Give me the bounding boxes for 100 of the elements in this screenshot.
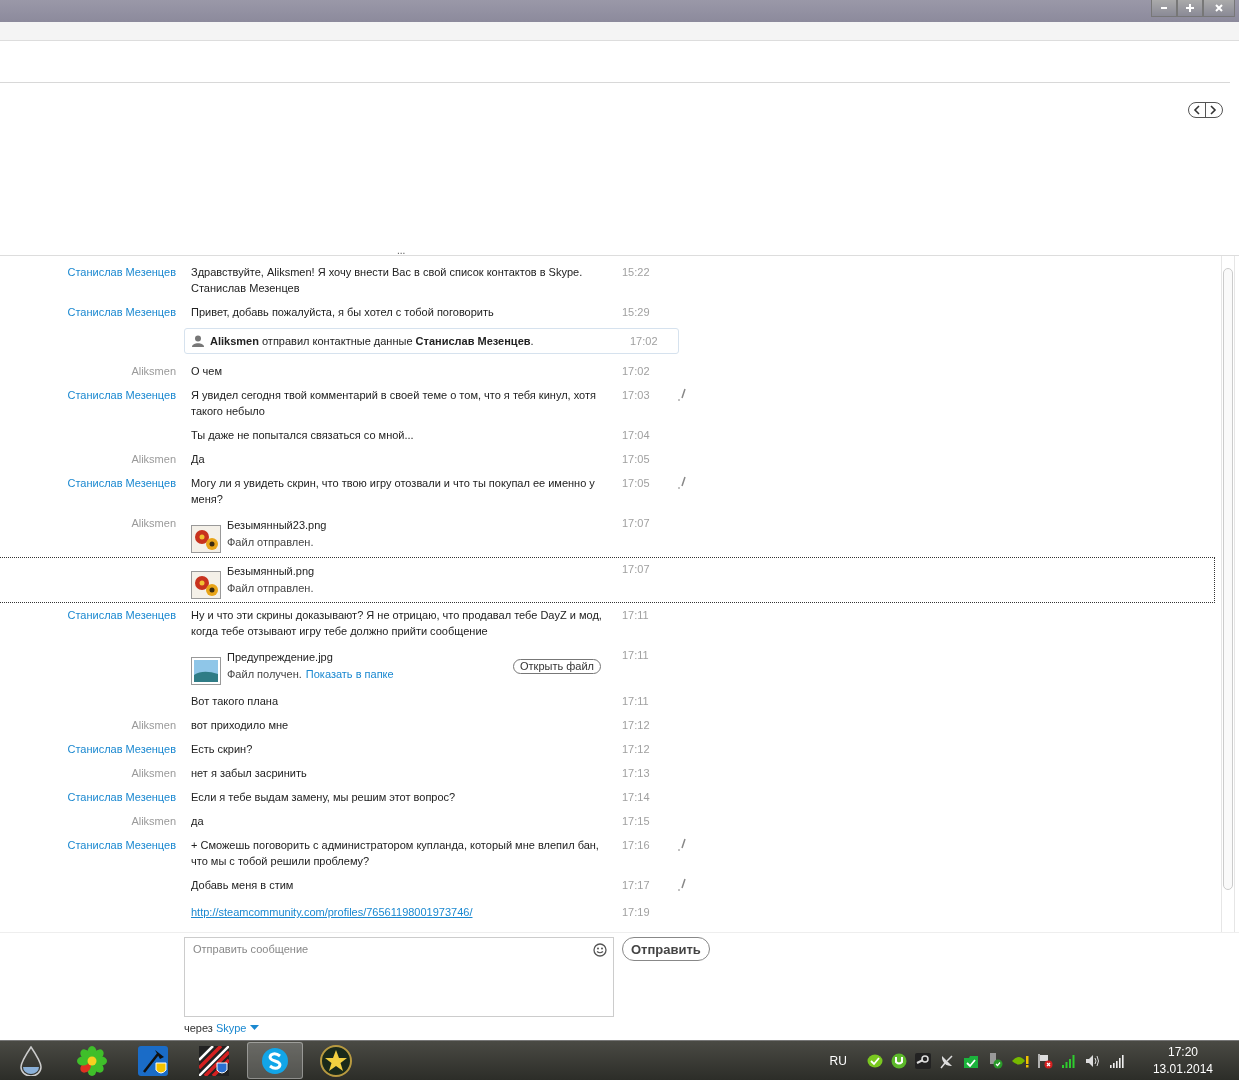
message-row[interactable]: Станислав Мезенцев Привет, добавь пожалуйста, я бы хотел с тобой поговорить 15:29 — [0, 300, 1215, 324]
file-name: Предупреждение.jpg — [227, 650, 334, 665]
sender-name: Станислав Мезенцев — [67, 266, 176, 278]
message-row[interactable]: Предупреждение.jpg Файл получен. Показать в папке Открыть файл 17:11 — [0, 643, 1215, 689]
message-time: 17:11 — [622, 694, 650, 709]
message-text: Ну и что эти скрины доказывают? Я не отрицаю, что продавал тебе DayZ и мод, когда тебе отзывают игру тебе должно прийти сообщение — [191, 609, 602, 637]
sender-name: Станислав Мезенцев — [67, 389, 176, 401]
file-status: Файл отправлен. — [227, 581, 314, 596]
message-row[interactable]: http://steamcommunity.com/profiles/76561198001973746/ 17:19 — [0, 900, 1215, 924]
message-time: 17:14 — [622, 790, 651, 805]
message-text: Ты даже не попытался связаться со мной... — [191, 429, 414, 441]
sender-name: Aliksmen — [131, 517, 176, 529]
message-row[interactable]: Станислав Мезенцев Я увидел сегодня твой комментарий в своей теме о том, что я тебя кинул, хотя такого небыло 17:03 — [0, 383, 1215, 423]
steam-icon[interactable] — [914, 1052, 931, 1069]
message-text: вот приходило мне — [191, 719, 289, 731]
file-name: Безымянный23.png — [227, 518, 328, 533]
taskbar-app-button[interactable] — [247, 1042, 303, 1079]
message-time: 17:03 — [622, 388, 651, 403]
star-badge-icon — [320, 1044, 352, 1077]
message-time: 17:16 — [622, 838, 651, 853]
flag-error-icon[interactable] — [1036, 1052, 1053, 1069]
skype-dropdown[interactable]: Skype — [215, 1022, 260, 1034]
message-row[interactable]: Aliksmen Безымянный23.png Файл отправлен. 17:07 — [0, 511, 1215, 557]
flower-icon — [77, 1045, 107, 1076]
message-time: 17:17 — [622, 878, 651, 893]
message-row[interactable]: Добавь меня в стим 17:17 — [0, 873, 1215, 900]
message-row[interactable]: Aliksmen отправил контактные данные Станислав Мезенцев. 17:02 — [0, 324, 1215, 359]
message-text: Я увидел сегодня твой комментарий в своей теме о том, что я тебя кинул, хотя такого небыло — [191, 389, 596, 417]
sender-name: Aliksmen — [131, 365, 176, 377]
sender-name: Станислав Мезенцев — [67, 477, 176, 489]
satellite-dish-icon[interactable] — [938, 1052, 955, 1069]
open-file-button[interactable]: Открыть файл — [513, 659, 601, 674]
clock-date[interactable]: 13.01.2014 — [1152, 1060, 1213, 1078]
scrollbar[interactable] — [1221, 256, 1235, 932]
message-time: 17:11 — [622, 648, 650, 663]
sender-name: Станислав Мезенцев — [67, 609, 176, 621]
message-time: 17:07 — [622, 516, 651, 531]
message-text: Вот такого плана — [191, 695, 279, 707]
message-input-field[interactable]: Отправить сообщение — [184, 937, 614, 1017]
message-time: 17:05 — [622, 476, 651, 491]
message-link[interactable]: http://steamcommunity.com/profiles/76561198001973746/ — [191, 906, 473, 918]
maximize-button[interactable] — [1177, 0, 1203, 17]
sender-name: Aliksmen — [131, 767, 176, 779]
message-row[interactable]: Aliksmen да 17:15 — [0, 809, 1215, 833]
message-time: 15:22 — [622, 265, 651, 280]
message-row[interactable]: Aliksmen О чем 17:02 — [0, 359, 1215, 383]
file-name: Безымянный.png — [227, 564, 316, 579]
message-row[interactable]: Aliksmen Да 17:05 — [0, 447, 1215, 471]
more-dots[interactable]: ... — [397, 247, 406, 255]
message-row[interactable]: Безымянный.png Файл отправлен. 17:07 — [0, 557, 1215, 603]
message-text: Есть скрин? — [191, 743, 253, 755]
message-text: Здравствуйте, Aliksmen! Я хочу внести Вас в свой список контактов в Skype. Станислав Мезенцев — [191, 266, 583, 294]
message-time: 17:12 — [622, 742, 651, 757]
striped-shield-icon — [199, 1045, 229, 1076]
message-row[interactable]: Станислав Мезенцев + Сможешь поговорить с администратором купланда, который мне влепил бан, что мы с тобой решили проблему? 17:16 — [0, 833, 1215, 873]
message-time: 17:04 — [622, 428, 651, 443]
close-button[interactable] — [1203, 0, 1235, 17]
message-time: 17:07 — [622, 562, 651, 577]
water-drop-icon — [19, 1045, 43, 1076]
message-row[interactable]: Станислав Мезенцев Если я тебе выдам замену, мы решим этот вопрос? 17:14 — [0, 785, 1215, 809]
close-icon — [1215, 4, 1223, 12]
message-text: да — [191, 815, 204, 827]
emoticon-icon[interactable] — [593, 943, 607, 957]
message-row[interactable]: Станислав Мезенцев Здравствуйте, Aliksmen! Я хочу внести Вас в свой список контактов в Skype. Станислав Мезенцев 15:22 — [0, 260, 1215, 300]
maximize-icon — [1186, 4, 1194, 12]
message-time: 17:05 — [622, 452, 651, 467]
file-status: Файл отправлен. — [227, 535, 314, 550]
clock-time[interactable]: 17:20 — [1167, 1043, 1198, 1061]
signal-bars-icon[interactable] — [1060, 1052, 1077, 1069]
message-text: Привет, добавь пожалуйста, я бы хотел с тобой поговорить — [191, 306, 494, 318]
message-row[interactable]: Ты даже не попытался связаться со мной... 17:04 — [0, 423, 1215, 447]
message-time: 17:11 — [622, 608, 650, 623]
message-text: Могу ли я увидеть скрин, что твою игру отозвали и что ты покупал ее именно у меня? — [191, 477, 595, 505]
network-bars-icon[interactable] — [1108, 1052, 1125, 1069]
minimize-button[interactable] — [1151, 0, 1177, 17]
message-row[interactable]: Станислав Мезенцев Могу ли я увидеть скрин, что твою игру отозвали и что ты покупал ее именно у меня? 17:05 — [0, 471, 1215, 511]
via-label: через — [184, 1022, 213, 1034]
navigation-arrows[interactable] — [1188, 102, 1223, 118]
message-row[interactable]: Станислав Мезенцев Есть скрин? 17:12 — [0, 737, 1215, 761]
checkmark-blob-icon[interactable] — [866, 1053, 883, 1068]
message-time: 17:02 — [630, 334, 659, 349]
sender-name: Станислав Мезенцев — [67, 791, 176, 803]
person-icon — [192, 335, 204, 347]
message-time: 17:12 — [622, 718, 651, 733]
message-row[interactable]: Aliksmen вот приходило мне 17:12 — [0, 713, 1215, 737]
show-in-folder-link[interactable]: Показать в папке — [305, 666, 394, 683]
message-row[interactable]: Станислав Мезенцев Ну и что эти скрины доказывают? Я не отрицаю, что продавал тебе DayZ и мод, когда тебе отзывают игру тебе должно прийти сообщение 17:11 — [0, 603, 1215, 643]
message-text: Если я тебе выдам замену, мы решим этот вопрос? — [191, 791, 456, 803]
flower-image-icon — [191, 525, 221, 553]
sender-name: Станислав Мезенцев — [67, 306, 176, 318]
message-row[interactable]: Вот такого плана 17:11 — [0, 689, 1215, 713]
message-row[interactable]: Aliksmen нет я забыл засринить 17:13 — [0, 761, 1215, 785]
torrent-icon[interactable] — [890, 1052, 907, 1069]
language-indicator[interactable]: RU — [829, 1053, 847, 1068]
sender-name: Aliksmen — [131, 453, 176, 465]
message-text: Добавь меня в стим — [191, 879, 294, 891]
message-time: 17:15 — [622, 814, 651, 829]
send-button[interactable]: Отправить — [622, 937, 710, 961]
message-text: Aliksmen отправил контактные данные Станислав Мезенцев. — [210, 334, 534, 349]
axe-shield-icon — [138, 1045, 168, 1076]
